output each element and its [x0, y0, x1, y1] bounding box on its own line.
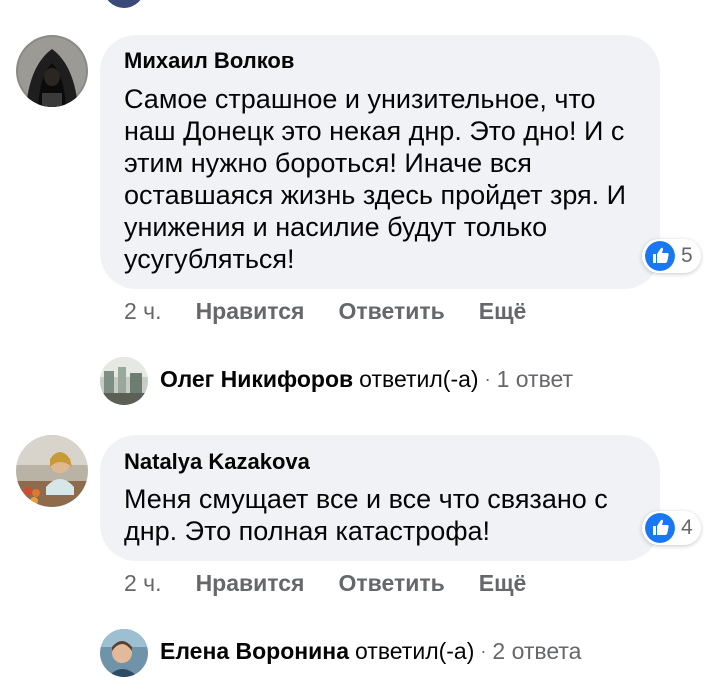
reply-avatar[interactable]	[100, 629, 148, 677]
reaction-count: 5	[681, 244, 693, 267]
reply-action-text: ответил(-а)	[355, 638, 475, 664]
reply-count: 2 ответа	[492, 638, 582, 664]
separator-dot: ·	[480, 641, 487, 661]
comment-text: Меня смущает все и все что связано с днр…	[124, 484, 608, 546]
reply-avatar[interactable]	[100, 357, 148, 405]
more-button[interactable]: Ещё	[479, 298, 527, 325]
comment-timestamp[interactable]: 2 ч.	[124, 570, 162, 597]
reply-action-text: ответил(-а)	[359, 366, 479, 392]
avatar[interactable]	[16, 435, 88, 507]
avatar-previous-comment[interactable]	[104, 0, 144, 8]
comment-text: Самое страшное и унизительное, что наш Д…	[124, 84, 627, 274]
comment-actions: 2 ч. Нравится Ответить Ещё	[124, 568, 560, 598]
reply-button[interactable]: Ответить	[338, 570, 444, 597]
avatar[interactable]	[16, 35, 88, 107]
more-button[interactable]: Ещё	[479, 570, 527, 597]
reply-count: 1 ответ	[496, 366, 574, 392]
reactions-badge[interactable]: 5	[642, 239, 701, 273]
reactions-badge[interactable]: 4	[642, 511, 701, 545]
like-icon	[645, 241, 675, 271]
comment-author[interactable]: Михаил Волков	[124, 48, 294, 74]
comment-timestamp[interactable]: 2 ч.	[124, 298, 162, 325]
view-replies-link[interactable]: Елена Воронина ответил(-а) · 2 ответа	[160, 638, 581, 665]
view-replies-link[interactable]: Олег Никифоров ответил(-а) · 1 ответ	[160, 366, 573, 393]
reply-author-name: Елена Воронина	[160, 638, 349, 664]
reaction-count: 4	[681, 516, 693, 539]
like-icon	[645, 513, 675, 543]
reply-button[interactable]: Ответить	[338, 298, 444, 325]
reply-author-name: Олег Никифоров	[160, 366, 354, 392]
comment-author[interactable]: Natalya Kazakova	[124, 449, 310, 475]
like-button[interactable]: Нравится	[196, 298, 305, 325]
separator-dot: ·	[484, 369, 491, 389]
comment-actions: 2 ч. Нравится Ответить Ещё	[124, 296, 560, 326]
like-button[interactable]: Нравится	[196, 570, 305, 597]
